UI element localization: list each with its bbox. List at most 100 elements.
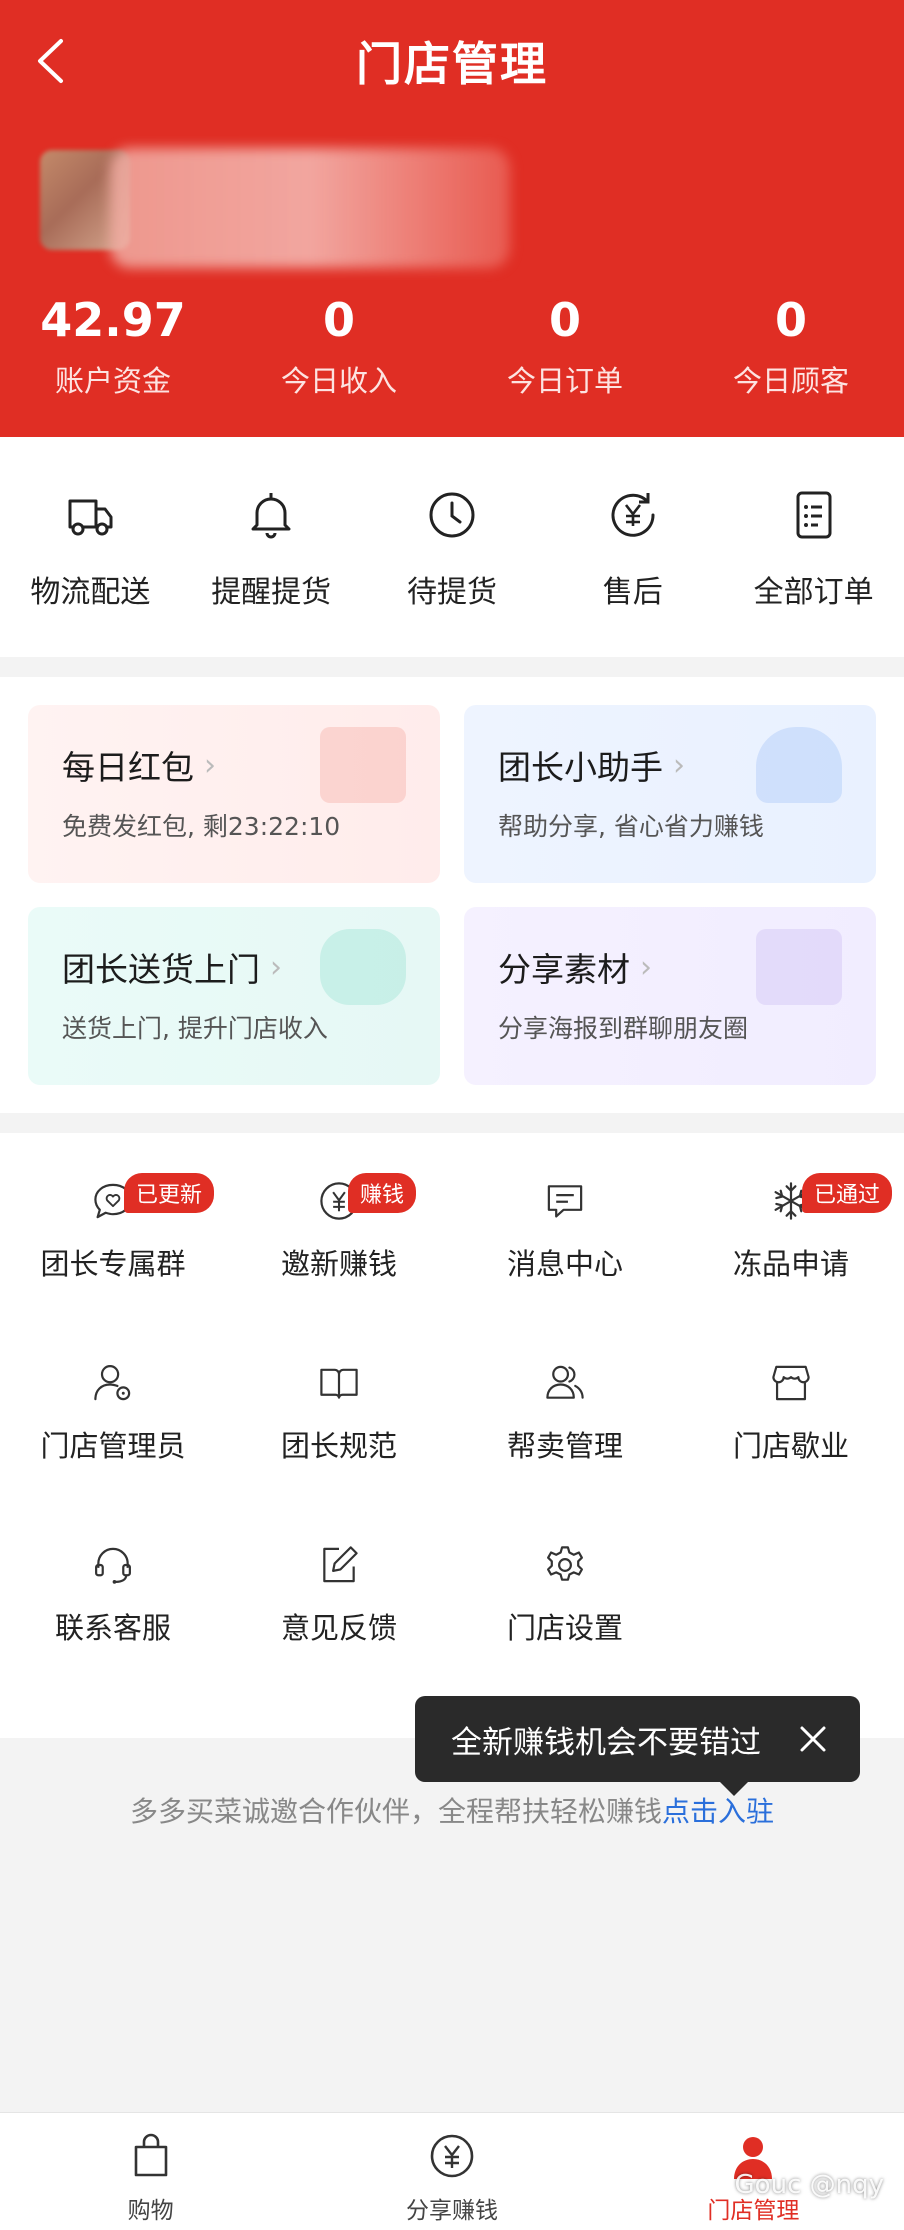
bag-icon <box>134 2133 167 2177</box>
clock-icon <box>429 492 475 538</box>
tool-store-admin[interactable]: 门店管理员 <box>0 1315 226 1465</box>
partner-invite: 多多买菜诚邀合作伙伴，全程帮扶轻松赚钱点击入驻 <box>0 1790 904 1830</box>
chevron-right-icon: › <box>673 747 685 783</box>
card-title: 团长送货上门 › <box>62 943 282 991</box>
tool-label: 团长规范 <box>280 1429 397 1463</box>
tool-message-center[interactable]: 消息中心 <box>452 1133 678 1283</box>
quick-label: 待提货 <box>406 575 497 610</box>
quick-label: 物流配送 <box>30 575 151 610</box>
tool-resale-manage[interactable]: 帮卖管理 <box>452 1315 678 1465</box>
tool-label: 门店设置 <box>506 1611 623 1645</box>
tool-frozen-apply[interactable]: 冻品申请 已通过 <box>678 1133 904 1283</box>
users-icon <box>546 1365 584 1399</box>
scooter-icon <box>320 929 406 1005</box>
tool-store-close[interactable]: 门店歇业 <box>678 1315 904 1465</box>
stat-value: 0 <box>548 293 581 347</box>
red-packet-icon <box>320 727 406 803</box>
quick-label: 售后 <box>602 575 663 610</box>
tab-share-earn[interactable]: 分享赚钱 <box>301 2113 602 2230</box>
tool-feedback[interactable]: 意见反馈 <box>226 1497 452 1647</box>
card-share-materials[interactable]: 分享素材 › 分享海报到群聊朋友圈 <box>464 907 876 1085</box>
chevron-right-icon: › <box>204 747 216 783</box>
book-icon <box>320 1368 358 1399</box>
card-subtitle: 帮助分享, 省心省力赚钱 <box>498 812 764 841</box>
card-home-delivery[interactable]: 团长送货上门 › 送货上门, 提升门店收入 <box>28 907 440 1085</box>
tool-leader-group[interactable]: 团长专属群 已更新 <box>0 1133 226 1283</box>
toast-text: 全新赚钱机会不要错过 <box>451 1724 761 1761</box>
page-title: 门店管理 <box>356 37 548 91</box>
chevron-right-icon: › <box>640 949 652 985</box>
bell-icon <box>251 493 291 539</box>
stats-row: 42.97 账户资金 0 今日收入 0 今日订单 0 今日顾客 <box>0 292 904 400</box>
edit-icon <box>323 1546 358 1583</box>
tool-label: 消息中心 <box>506 1247 623 1281</box>
stat-account-funds[interactable]: 42.97 账户资金 <box>0 292 226 400</box>
stat-today-orders[interactable]: 0 今日订单 <box>452 292 678 400</box>
stat-label: 今日收入 <box>280 364 397 398</box>
join-link[interactable]: 点击入驻 <box>662 1795 774 1828</box>
refund-icon <box>611 493 655 537</box>
close-icon[interactable] <box>798 1724 828 1754</box>
invite-text: 多多买菜诚邀合作伙伴，全程帮扶轻松赚钱 <box>129 1795 662 1828</box>
badge-updated: 已更新 <box>124 1173 215 1213</box>
yuan-circle-icon <box>430 2134 474 2178</box>
card-subtitle: 分享海报到群聊朋友圈 <box>498 1014 749 1043</box>
card-title: 分享素材 › <box>498 943 652 991</box>
tools-grid: 团长专属群 已更新 邀新赚钱 赚钱 消息中心 冻品申请 已通过 门店管理员 团长… <box>0 1133 904 1738</box>
tool-label: 意见反馈 <box>280 1611 397 1645</box>
stat-value: 42.97 <box>40 293 186 347</box>
quick-all-orders[interactable]: 全部订单 <box>723 437 904 657</box>
tool-label: 邀新赚钱 <box>280 1247 397 1281</box>
quick-remind-pickup[interactable]: 提醒提货 <box>181 437 362 657</box>
quick-actions: 物流配送 提醒提货 待提货 售后 全部订单 <box>0 437 904 657</box>
badge-approved: 已通过 <box>802 1173 893 1213</box>
card-daily-red-packet[interactable]: 每日红包 › 免费发红包, 剩23:22:10 <box>28 705 440 883</box>
quick-label: 提醒提货 <box>211 575 332 610</box>
card-subtitle: 送货上门, 提升门店收入 <box>62 1014 328 1043</box>
card-title-text: 团长送货上门 <box>62 950 260 989</box>
card-title: 每日红包 › <box>62 741 216 789</box>
store-header: 门店管理 42.97 账户资金 0 今日收入 0 今日订单 0 今日顾客 <box>0 0 904 437</box>
stat-label: 今日订单 <box>506 364 623 398</box>
headset-icon <box>95 1547 131 1584</box>
tool-label: 门店管理员 <box>40 1429 186 1463</box>
admin-icon <box>94 1365 131 1401</box>
store-name-redacted <box>110 148 510 268</box>
message-icon <box>547 1185 583 1218</box>
stat-label: 今日顾客 <box>732 364 849 398</box>
tool-label: 团长专属群 <box>40 1247 186 1281</box>
stat-value: 0 <box>322 293 355 347</box>
gear-icon <box>547 1546 583 1581</box>
quick-label: 全部订单 <box>753 575 874 610</box>
promo-cards: 每日红包 › 免费发红包, 剩23:22:10 团长小助手 › 帮助分享, 省心省力… <box>0 677 904 1113</box>
stat-value: 0 <box>774 293 807 347</box>
truck-icon <box>68 499 113 536</box>
stat-today-customers[interactable]: 0 今日顾客 <box>678 292 904 400</box>
card-leader-assistant[interactable]: 团长小助手 › 帮助分享, 省心省力赚钱 <box>464 705 876 883</box>
quick-logistics[interactable]: 物流配送 <box>0 437 181 657</box>
image-icon <box>756 929 842 1005</box>
card-subtitle: 免费发红包, 剩23:22:10 <box>62 812 341 841</box>
tool-label: 帮卖管理 <box>506 1429 623 1463</box>
card-title: 团长小助手 › <box>498 741 685 789</box>
card-title-text: 分享素材 <box>498 950 630 989</box>
card-title-text: 每日红包 <box>62 748 194 787</box>
stat-today-income[interactable]: 0 今日收入 <box>226 292 452 400</box>
tool-customer-service[interactable]: 联系客服 <box>0 1497 226 1647</box>
quick-after-sale[interactable]: 售后 <box>542 437 723 657</box>
badge-earn: 赚钱 <box>348 1173 417 1213</box>
order-list-icon <box>796 491 832 539</box>
tool-label: 门店歇业 <box>732 1429 849 1463</box>
tool-label: 联系客服 <box>54 1611 171 1645</box>
promo-toast[interactable]: 全新赚钱机会不要错过 <box>415 1696 860 1796</box>
tab-label: 购物 <box>127 2198 174 2224</box>
robot-icon <box>756 727 842 803</box>
quick-pending-pickup[interactable]: 待提货 <box>362 437 543 657</box>
card-title-text: 团长小助手 <box>498 748 663 787</box>
tab-shopping[interactable]: 购物 <box>0 2113 301 2230</box>
chevron-right-icon: › <box>270 949 282 985</box>
tab-label: 分享赚钱 <box>405 2198 498 2224</box>
tool-invite-earn[interactable]: 邀新赚钱 赚钱 <box>226 1133 452 1283</box>
tool-leader-rules[interactable]: 团长规范 <box>226 1315 452 1465</box>
tool-store-settings[interactable]: 门店设置 <box>452 1497 678 1647</box>
